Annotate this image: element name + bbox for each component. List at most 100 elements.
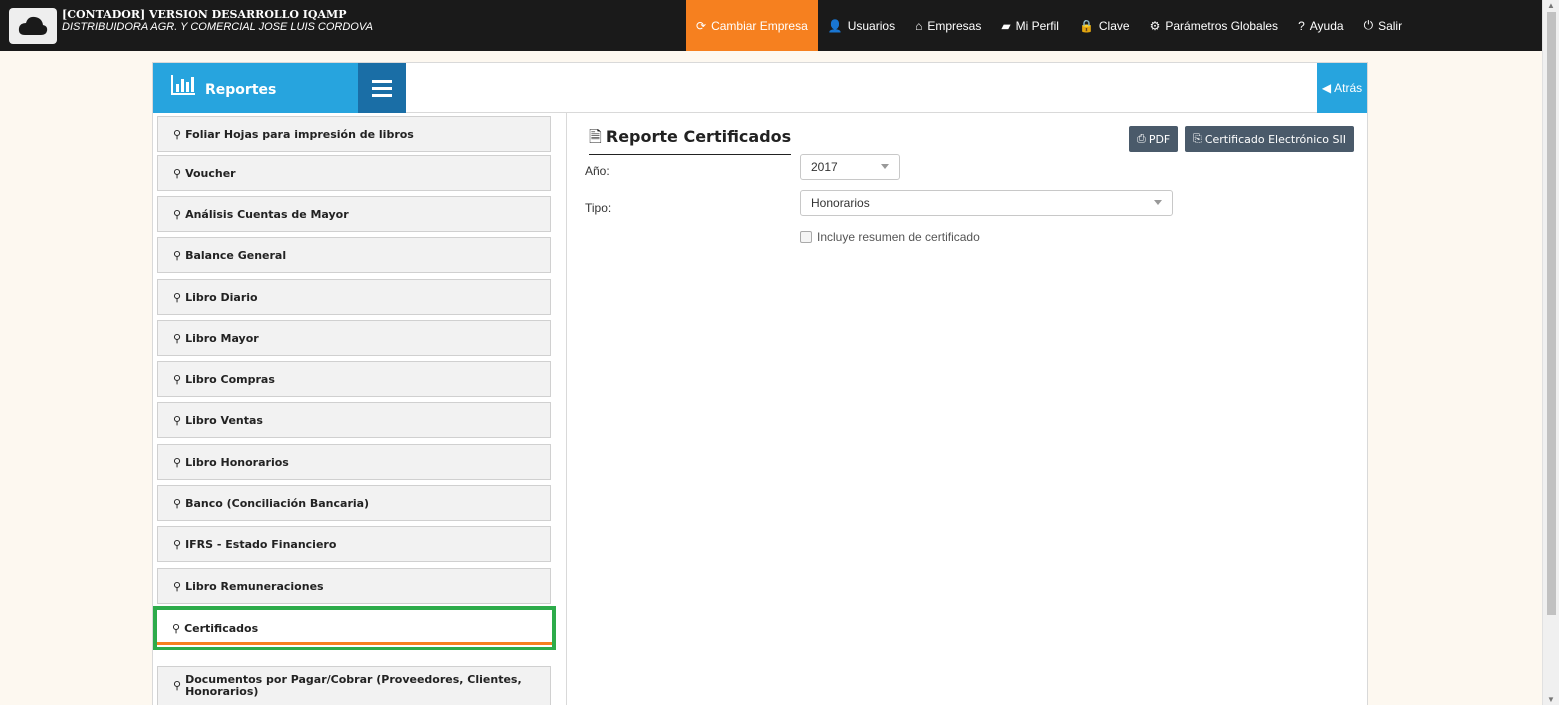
- sidebar-item-balance-general[interactable]: ⚲ Balance General: [157, 237, 551, 273]
- nav-item-mi-perfil[interactable]: ▰ Mi Perfil: [991, 0, 1069, 51]
- sidebar-item-label: Balance General: [185, 248, 287, 262]
- search-icon: ⚲: [173, 207, 182, 221]
- search-icon: ⚲: [173, 537, 182, 551]
- nav-item-label: Mi Perfil: [1015, 18, 1059, 33]
- nav-item-usuarios[interactable]: 👤 Usuarios: [818, 0, 905, 51]
- question-icon: ?: [1298, 18, 1305, 33]
- type-select[interactable]: Honorarios: [800, 190, 1173, 216]
- year-label: Año:: [585, 164, 610, 178]
- type-value: Honorarios: [811, 196, 870, 210]
- arrow-left-circle-icon: ◀: [1321, 81, 1332, 95]
- sidebar-item-label: Libro Remuneraciones: [185, 579, 324, 593]
- sidebar-item-libro-remuneraciones[interactable]: ⚲ Libro Remuneraciones: [157, 568, 551, 604]
- sidebar-item-label: Análisis Cuentas de Mayor: [185, 207, 349, 221]
- document-icon: 🗎: [589, 127, 602, 146]
- hamburger-line: [372, 86, 392, 90]
- sidebar-item-foliar-hojas-para-impresion-de-libros[interactable]: ⚲ Foliar Hojas para impresión de libros: [157, 116, 551, 152]
- report-content: 🗎 Reporte Certificados ⎙ PDF ⎘ Certificad…: [567, 113, 1368, 705]
- folder-icon: ▰: [1001, 18, 1011, 33]
- nav-item-label: Cambiar Empresa: [711, 18, 808, 33]
- scrollbar-thumb[interactable]: [1547, 12, 1556, 615]
- nav-item-parametros-globales[interactable]: ⚙ Parámetros Globales: [1140, 0, 1288, 51]
- home-icon: ⌂: [915, 18, 923, 33]
- nav-item-salir[interactable]: ⏻ Salir: [1354, 0, 1413, 51]
- search-icon: ⚲: [173, 579, 182, 593]
- search-icon: ⚲: [173, 372, 182, 386]
- sidebar-item-label: Libro Compras: [185, 372, 275, 386]
- cloud-icon[interactable]: [9, 8, 57, 44]
- sidebar-item-label: Libro Ventas: [185, 413, 263, 427]
- sidebar-item-label: Libro Diario: [185, 290, 258, 304]
- nav-item-label: Usuarios: [847, 18, 896, 33]
- sii-certificate-button[interactable]: ⎘ Certificado Electrónico SII: [1185, 126, 1354, 152]
- sidebar-item-label: Documentos por Pagar/Cobrar (Proveedores…: [185, 673, 522, 698]
- page-scrollbar[interactable]: ▲ ▼: [1542, 0, 1559, 705]
- pdf-button[interactable]: ⎙ PDF: [1129, 126, 1179, 152]
- nav-item-empresas[interactable]: ⌂ Empresas: [905, 0, 991, 51]
- top-navbar: [CONTADOR] VERSION DESARROLLO IQAMP DIST…: [0, 0, 1542, 51]
- bar-chart-icon: [171, 75, 195, 95]
- search-icon: ⚲: [173, 127, 182, 141]
- nav-item-clave[interactable]: 🔒 Clave: [1069, 0, 1140, 51]
- user-icon: 👤: [827, 18, 843, 33]
- file-icon: ⎘: [1193, 132, 1202, 145]
- sidebar-item-banco-conciliacion-bancaria[interactable]: ⚲ Banco (Conciliación Bancaria): [157, 485, 551, 521]
- nav-item-ayuda[interactable]: ? Ayuda: [1288, 0, 1354, 51]
- sidebar-item-libro-honorarios[interactable]: ⚲ Libro Honorarios: [157, 444, 551, 480]
- app-title-text: [CONTADOR] VERSION DESARROLLO IQAMP: [62, 8, 347, 21]
- power-icon: ⏻: [1363, 18, 1374, 32]
- hamburger-menu-button[interactable]: [358, 63, 406, 113]
- search-icon: ⚲: [173, 248, 182, 262]
- search-icon: ⚲: [173, 166, 182, 180]
- reports-sidebar: ⚲ Foliar Hojas para impresión de libros ⚲ V…: [152, 113, 567, 705]
- nav-item-cambiar-empresa[interactable]: ⟳ Cambiar Empresa: [686, 0, 818, 51]
- scroll-down-icon[interactable]: ▼: [1547, 695, 1555, 704]
- sidebar-item-documentos-por-pagar-cobrar-proveedores-clientes-honorarios[interactable]: ⚲ Documentos por Pagar/Cobrar (Proveedore…: [157, 666, 551, 705]
- page-title: 🗎 Reporte Certificados: [589, 126, 792, 155]
- sidebar-item-label: Voucher: [185, 166, 236, 180]
- company-name: DISTRIBUIDORA AGR. Y COMERCIAL JOSE LUIS…: [62, 21, 373, 33]
- search-icon: ⚲: [173, 455, 182, 469]
- back-button[interactable]: ◀ Atrás: [1317, 63, 1367, 113]
- search-icon: ⚲: [173, 496, 182, 510]
- summary-checkbox-row[interactable]: Incluye resumen de certificado: [800, 230, 980, 244]
- page-title-text: Reporte Certificados: [605, 127, 792, 146]
- caret-down-icon: [881, 164, 889, 169]
- sidebar-item-label: Certificados: [184, 622, 259, 635]
- nav-item-label: Salir: [1378, 18, 1403, 33]
- sidebar-item-label: Banco (Conciliación Bancaria): [185, 496, 370, 510]
- sidebar-item-libro-mayor[interactable]: ⚲ Libro Mayor: [157, 320, 551, 356]
- sidebar-item-certificados[interactable]: ⚲ Certificados: [153, 606, 556, 650]
- search-icon: ⚲: [173, 413, 182, 427]
- search-icon: ⚲: [173, 331, 182, 345]
- lock-icon: 🔒: [1078, 18, 1094, 33]
- summary-checkbox[interactable]: [800, 231, 812, 243]
- search-icon: ⚲: [173, 290, 182, 304]
- sidebar-item-analisis-cuentas-de-mayor[interactable]: ⚲ Análisis Cuentas de Mayor: [157, 196, 551, 232]
- reportes-title: Reportes: [205, 82, 277, 98]
- hamburger-line: [372, 93, 392, 97]
- hamburger-line: [372, 79, 392, 83]
- gear-icon: ⚙: [1149, 18, 1161, 33]
- caret-down-icon: [1154, 200, 1162, 205]
- sidebar-item-voucher[interactable]: ⚲ Voucher: [157, 155, 551, 191]
- sidebar-item-libro-compras[interactable]: ⚲ Libro Compras: [157, 361, 551, 397]
- sidebar-item-libro-diario[interactable]: ⚲ Libro Diario: [157, 279, 551, 315]
- year-select[interactable]: 2017: [800, 154, 900, 180]
- type-label: Tipo:: [585, 201, 612, 215]
- app-title: [CONTADOR] VERSION DESARROLLO IQAMP DIST…: [62, 8, 373, 34]
- search-icon: ⚲: [173, 679, 182, 692]
- sidebar-item-ifrs-estado-financiero[interactable]: ⚲ IFRS - Estado Financiero: [157, 526, 551, 562]
- nav-item-label: Clave: [1098, 18, 1130, 33]
- year-value: 2017: [811, 160, 838, 174]
- search-icon: ⚲: [172, 622, 181, 635]
- refresh-icon: ⟳: [696, 18, 707, 33]
- back-label: Atrás: [1334, 81, 1363, 95]
- summary-checkbox-label: Incluye resumen de certificado: [817, 230, 980, 244]
- nav-item-label: Empresas: [927, 18, 982, 33]
- selected-indicator: [157, 642, 552, 645]
- reportes-panel-header: Reportes ◀ Atrás: [152, 62, 1368, 113]
- sidebar-item-libro-ventas[interactable]: ⚲ Libro Ventas: [157, 402, 551, 438]
- scroll-up-icon[interactable]: ▲: [1547, 1, 1555, 10]
- sii-certificate-label: Certificado Electrónico SII: [1204, 132, 1346, 146]
